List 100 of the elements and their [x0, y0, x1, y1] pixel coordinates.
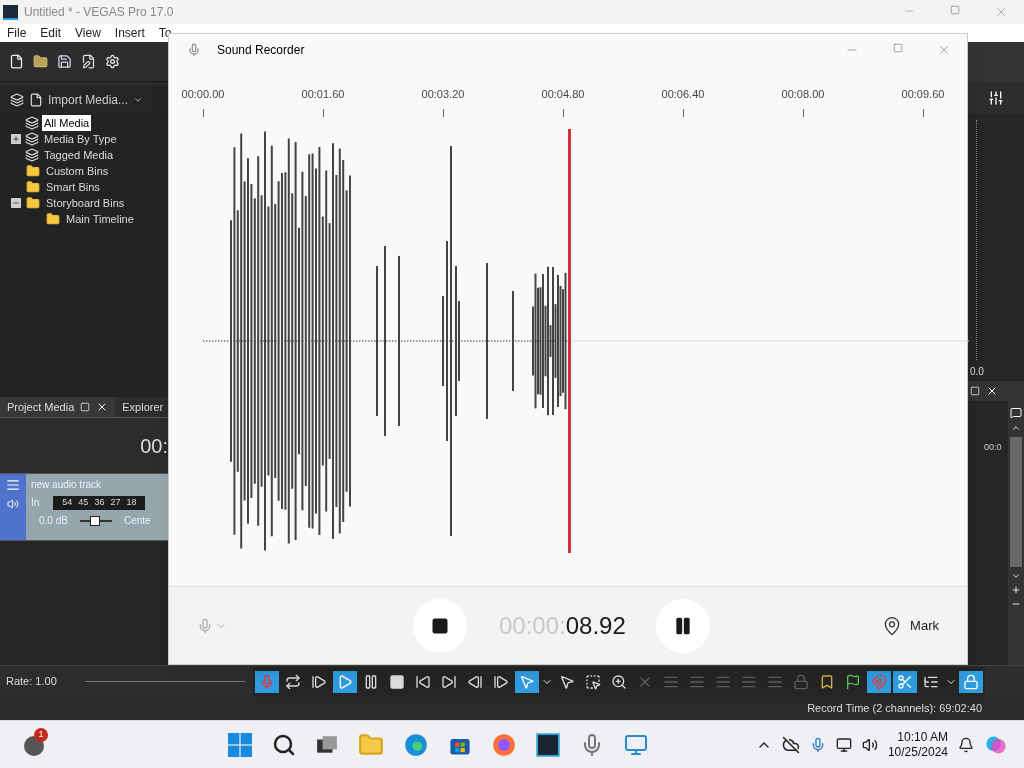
editor-app-icon[interactable]: [536, 732, 560, 757]
media-icon: [25, 148, 39, 162]
lock-icon: [962, 673, 979, 690]
tree-item[interactable]: All Media: [42, 114, 92, 132]
caret-icon[interactable]: [133, 95, 144, 105]
time-label: 00:03.20: [421, 87, 465, 102]
zoom-in-icon[interactable]: [1011, 585, 1021, 595]
mixer-icon[interactable]: [988, 90, 1004, 106]
stop-icon: [431, 616, 449, 635]
stop-icon: [388, 673, 405, 690]
properties-icon[interactable]: [81, 54, 96, 69]
play-from-start-icon: [310, 673, 327, 690]
panel-tab[interactable]: Explorer: [115, 397, 171, 417]
expand-icon[interactable]: [11, 134, 21, 144]
volume-label: 0.0 dB: [39, 514, 68, 528]
panel-tab[interactable]: Project Media: [0, 397, 116, 417]
status-text: Record Time (2 channels): 69:02:40: [807, 701, 982, 717]
selection-icon: [584, 673, 601, 690]
skip-back-icon: [414, 673, 431, 690]
tree-item[interactable]: Tagged Media: [42, 146, 116, 164]
region-icon: [844, 673, 861, 690]
time-label: 00:06.40: [661, 87, 705, 102]
timecode: 00:: [140, 433, 168, 459]
mark-button[interactable]: Mark: [882, 615, 939, 636]
app-logo-icon: [3, 4, 18, 20]
rate-label: Rate: 1.00: [6, 674, 57, 690]
browser-icon[interactable]: [404, 732, 428, 757]
recording-timer: 00:00:08.92: [499, 610, 626, 641]
envelope-pointer-icon: [558, 673, 575, 690]
next-frame-icon: [492, 673, 509, 690]
toolbar-button[interactable]: [892, 670, 917, 693]
level-meter: 54 45 36 27 18: [53, 495, 146, 510]
folder-icon: [25, 164, 41, 178]
tick-mark: [442, 108, 444, 117]
save-icon[interactable]: [57, 54, 72, 69]
time-label: 00:00.00: [181, 87, 225, 102]
toolbar-button[interactable]: [514, 670, 539, 693]
start-icon[interactable]: [228, 732, 252, 757]
media-icon: [25, 116, 39, 130]
media-icon: [25, 132, 39, 146]
window-title: Untitled * - VEGAS Pro 17.0: [24, 4, 174, 21]
pan-label: Cente: [123, 514, 151, 528]
ruler-label: 00:0: [984, 442, 1002, 452]
open-folder-icon[interactable]: [33, 54, 48, 69]
window-title: Sound Recorder: [217, 42, 305, 59]
clock[interactable]: 10:10 AM 10/25/2024: [887, 729, 948, 760]
microphone-icon: [187, 43, 201, 57]
scrollbar-thumb[interactable]: [1010, 437, 1022, 567]
menu-item[interactable]: Insert: [114, 24, 145, 42]
loop-icon: [284, 673, 301, 690]
tree-item[interactable]: Storyboard Bins: [44, 194, 127, 212]
toolbar-button[interactable]: [332, 670, 357, 693]
tree-item[interactable]: Smart Bins: [44, 178, 102, 196]
previous-frame-icon: [466, 673, 483, 690]
scroll-down-icon[interactable]: [1011, 571, 1021, 581]
lock-icon: [792, 673, 809, 690]
close-icon[interactable]: [986, 385, 998, 397]
settings-icon[interactable]: [105, 54, 120, 69]
network-icon[interactable]: [835, 736, 852, 753]
tick-mark: [202, 108, 204, 117]
comment-icon[interactable]: [1010, 407, 1022, 419]
media-view-icon[interactable]: [10, 93, 24, 107]
cloud-off-icon[interactable]: [781, 735, 800, 754]
menu-item[interactable]: View: [75, 24, 101, 42]
folder-icon: [25, 180, 41, 194]
maximize-icon[interactable]: [970, 386, 980, 396]
menu-item[interactable]: Edit: [40, 24, 62, 42]
meter-reading: 0.0: [969, 365, 985, 379]
search-icon[interactable]: [272, 732, 296, 757]
time-label: 00:01.60: [301, 87, 345, 102]
notification-badge: 1: [34, 727, 48, 742]
toolbar-button[interactable]: [958, 670, 983, 693]
tree-item[interactable]: Custom Bins: [44, 162, 111, 180]
time-label: 00:08.00: [781, 87, 825, 102]
folder-icon: [45, 212, 61, 226]
menu-icon[interactable]: [6, 478, 20, 492]
menu-item[interactable]: File: [7, 24, 27, 42]
new-file-icon[interactable]: [9, 54, 24, 69]
volume-slider[interactable]: [79, 515, 112, 526]
tree-item[interactable]: Media By Type: [42, 130, 119, 148]
monitor-icon[interactable]: [624, 732, 648, 757]
input-label: In: [31, 496, 40, 510]
bell-icon[interactable]: [958, 736, 974, 753]
volume-icon[interactable]: [861, 736, 878, 753]
folder-icon: [25, 196, 41, 210]
tick-mark: [682, 108, 684, 117]
firefox-icon[interactable]: [492, 732, 516, 757]
tick-mark: [562, 108, 564, 117]
scroll-up-icon[interactable]: [1011, 423, 1021, 433]
skip-forward-icon: [440, 673, 457, 690]
time-label: 00:04.80: [541, 87, 585, 102]
task-view-icon[interactable]: [316, 733, 338, 756]
maximize-icon[interactable]: [80, 402, 91, 412]
import-icon[interactable]: [29, 93, 43, 107]
pointer-icon: [518, 673, 535, 690]
zoom-icon: [610, 673, 627, 690]
tree-item[interactable]: Main Timeline: [64, 210, 136, 228]
tick-mark: [322, 108, 324, 117]
time-label: 00:09.60: [901, 87, 945, 102]
tick-mark: [922, 108, 924, 117]
